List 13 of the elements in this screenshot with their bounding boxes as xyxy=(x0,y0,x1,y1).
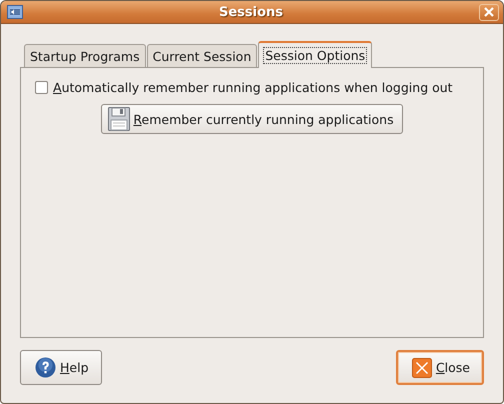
remember-button[interactable]: Remember currently running applications xyxy=(101,104,403,134)
close-icon xyxy=(412,358,432,378)
window-menu-icon[interactable] xyxy=(7,5,23,19)
tab[interactable]: Current Session xyxy=(146,44,258,67)
help-icon xyxy=(35,357,56,378)
close-icon[interactable] xyxy=(478,4,499,20)
tab[interactable]: Session Options xyxy=(258,41,372,68)
checkbox[interactable] xyxy=(35,81,48,94)
checkbox-label[interactable]: Automatically remember running applications when logging out xyxy=(53,80,453,95)
tab[interactable]: Startup Programs xyxy=(24,44,146,67)
close-button[interactable]: Close xyxy=(396,350,484,385)
help-button[interactable]: Help xyxy=(20,350,102,385)
window-title: Sessions xyxy=(218,4,284,20)
